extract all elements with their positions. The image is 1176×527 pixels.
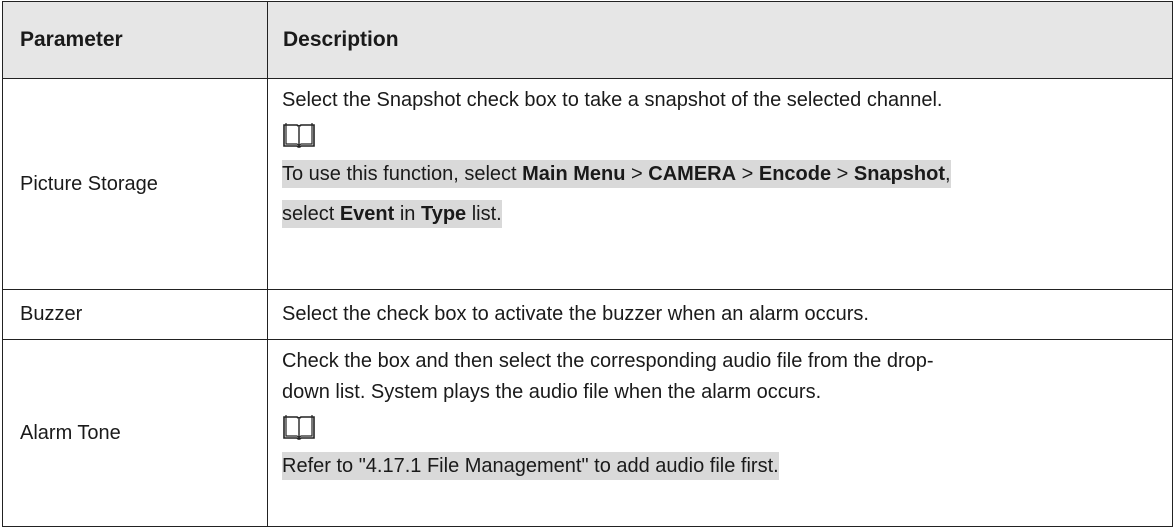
description-text: Select the Snapshot check box to take a … xyxy=(282,89,943,111)
table-row: Alarm Tone Check the box and then select… xyxy=(2,339,1173,527)
book-note-icon xyxy=(283,123,315,148)
field-type: Type xyxy=(420,203,467,225)
note-text-line2: select Event in Type list. xyxy=(282,194,1158,234)
description-text-line2: down list. System plays the audio file w… xyxy=(282,381,822,403)
note-text: To use this function, select Main Menu >… xyxy=(282,154,1158,194)
header-parameter: Parameter xyxy=(2,1,268,79)
description-cell: Check the box and then select the corres… xyxy=(267,339,1173,527)
param-alarm-tone: Alarm Tone xyxy=(2,339,268,527)
menu-camera: CAMERA xyxy=(648,163,737,185)
header-description: Description xyxy=(267,1,1173,79)
param-picture-storage: Picture Storage xyxy=(2,78,268,290)
table-row: Buzzer Select the check box to activate … xyxy=(2,289,1173,340)
note-text: Refer to "4.17.1 File Management" to add… xyxy=(282,446,1158,486)
parameter-table: Parameter Description Picture Storage Se… xyxy=(2,1,1173,527)
menu-encode: Encode xyxy=(758,163,832,185)
description-cell: Select the Snapshot check box to take a … xyxy=(267,78,1173,290)
book-note-icon xyxy=(283,415,315,440)
menu-main-menu: Main Menu xyxy=(522,163,626,185)
table-header-row: Parameter Description xyxy=(2,1,1173,79)
description-text: Select the check box to activate the buz… xyxy=(267,289,1173,340)
option-event: Event xyxy=(339,203,395,225)
menu-snapshot: Snapshot xyxy=(853,163,946,185)
param-buzzer: Buzzer xyxy=(2,289,268,340)
description-text: Check the box and then select the corres… xyxy=(282,350,934,372)
table-row: Picture Storage Select the Snapshot chec… xyxy=(2,78,1173,290)
